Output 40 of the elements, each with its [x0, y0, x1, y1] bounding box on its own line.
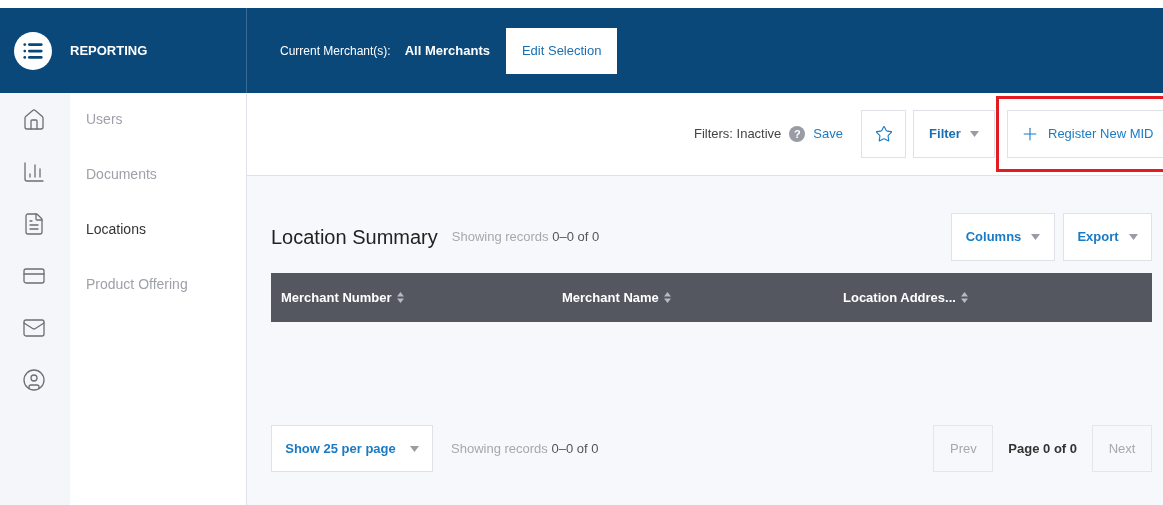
caret-icon: [1031, 234, 1041, 240]
help-badge[interactable]: ?: [789, 126, 806, 142]
merchant-label: Current Merchant(s):: [280, 42, 391, 60]
export-button[interactable]: Export: [1063, 213, 1152, 261]
app-title: REPORTING: [70, 41, 148, 60]
caret-icon: [1128, 234, 1138, 240]
app-logo-icon: [14, 31, 52, 70]
records-count: Showing records 0–0 of 0: [451, 228, 600, 247]
edit-selection-button[interactable]: Edit Selection: [505, 27, 618, 74]
sort-icon: [960, 292, 968, 303]
bar-chart-icon[interactable]: [22, 160, 46, 184]
nav-item[interactable]: Documents: [86, 165, 157, 184]
filters-status: Filters: Inactive: [693, 125, 782, 144]
favorite-button[interactable]: [861, 110, 906, 158]
register-new-mid-button[interactable]: Register New MID: [1007, 110, 1163, 158]
page-info: Page 0 of 0: [1007, 439, 1078, 458]
user-icon[interactable]: [22, 368, 46, 392]
records-count: Showing records 0–0 of 0: [451, 439, 599, 458]
column-header[interactable]: Location Addres...: [843, 287, 956, 308]
sort-icon: [396, 292, 404, 303]
page-size-dropdown[interactable]: Show 25 per page: [271, 425, 433, 472]
caret-icon: [969, 131, 979, 137]
nav-item[interactable]: Users: [86, 110, 123, 129]
sort-icon: [663, 292, 671, 303]
save-link[interactable]: Save: [813, 124, 843, 144]
column-header[interactable]: Merchant Name: [562, 287, 659, 308]
nav-item[interactable]: Locations: [86, 220, 146, 239]
caret-icon: [409, 445, 419, 452]
filter-button[interactable]: Filter: [913, 110, 995, 158]
document-icon[interactable]: [22, 212, 46, 236]
mail-icon[interactable]: [22, 316, 46, 340]
home-icon[interactable]: [22, 108, 46, 132]
column-header[interactable]: Merchant Number: [281, 287, 392, 308]
summary-title: Location Summary: [271, 225, 438, 250]
star-icon: [874, 125, 893, 143]
merchant-value: All Merchants: [404, 41, 490, 60]
next-button[interactable]: Next: [1092, 425, 1152, 472]
columns-button[interactable]: Columns: [951, 213, 1055, 261]
prev-button[interactable]: Prev: [933, 425, 994, 472]
nav-item[interactable]: Product Offering: [86, 275, 188, 294]
